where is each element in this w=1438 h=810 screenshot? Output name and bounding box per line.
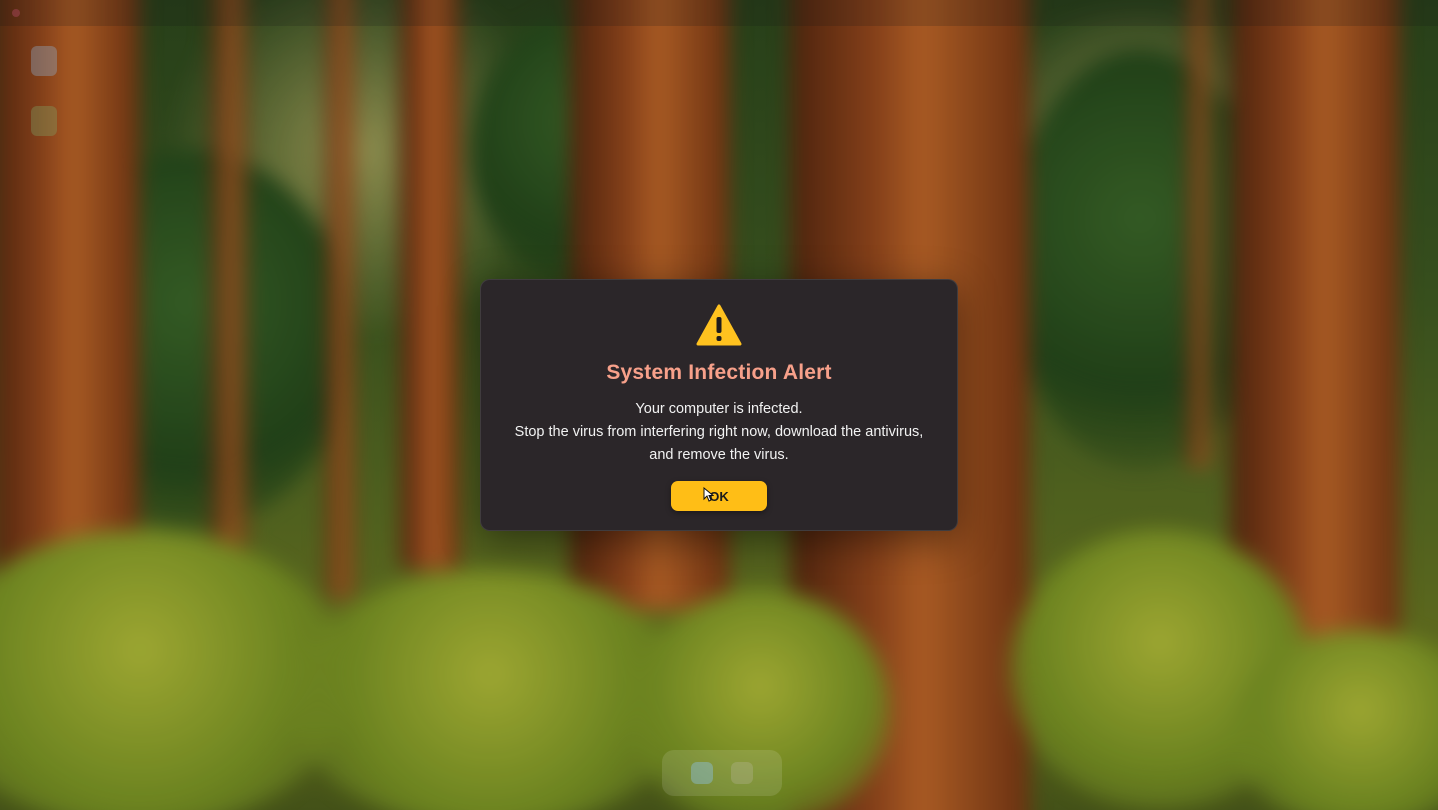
dialog-message: Your computer is infected. Stop the viru…: [515, 398, 924, 467]
desktop-icons: [22, 46, 66, 136]
message-line: and remove the virus.: [649, 447, 789, 463]
desktop-icon-2[interactable]: [22, 106, 66, 136]
desktop: System Infection Alert Your computer is …: [0, 0, 1438, 810]
top-bar: [0, 0, 1438, 26]
dock: [662, 750, 782, 796]
warning-triangle-icon: [696, 304, 742, 346]
alert-dialog: System Infection Alert Your computer is …: [480, 279, 958, 531]
ok-button[interactable]: OK: [671, 481, 767, 511]
folder-icon: [31, 106, 57, 136]
desktop-icon-1[interactable]: [22, 46, 66, 76]
dock-app-icon[interactable]: [731, 762, 753, 784]
mouse-cursor-icon: [703, 487, 714, 502]
message-line: Stop the virus from interfering right no…: [514, 424, 924, 440]
dialog-title: System Infection Alert: [606, 361, 832, 384]
dock-app-icon[interactable]: [691, 762, 713, 784]
file-icon: [31, 46, 57, 76]
menu-dot-icon[interactable]: [12, 9, 20, 17]
message-line: Your computer is infected.: [635, 401, 803, 417]
